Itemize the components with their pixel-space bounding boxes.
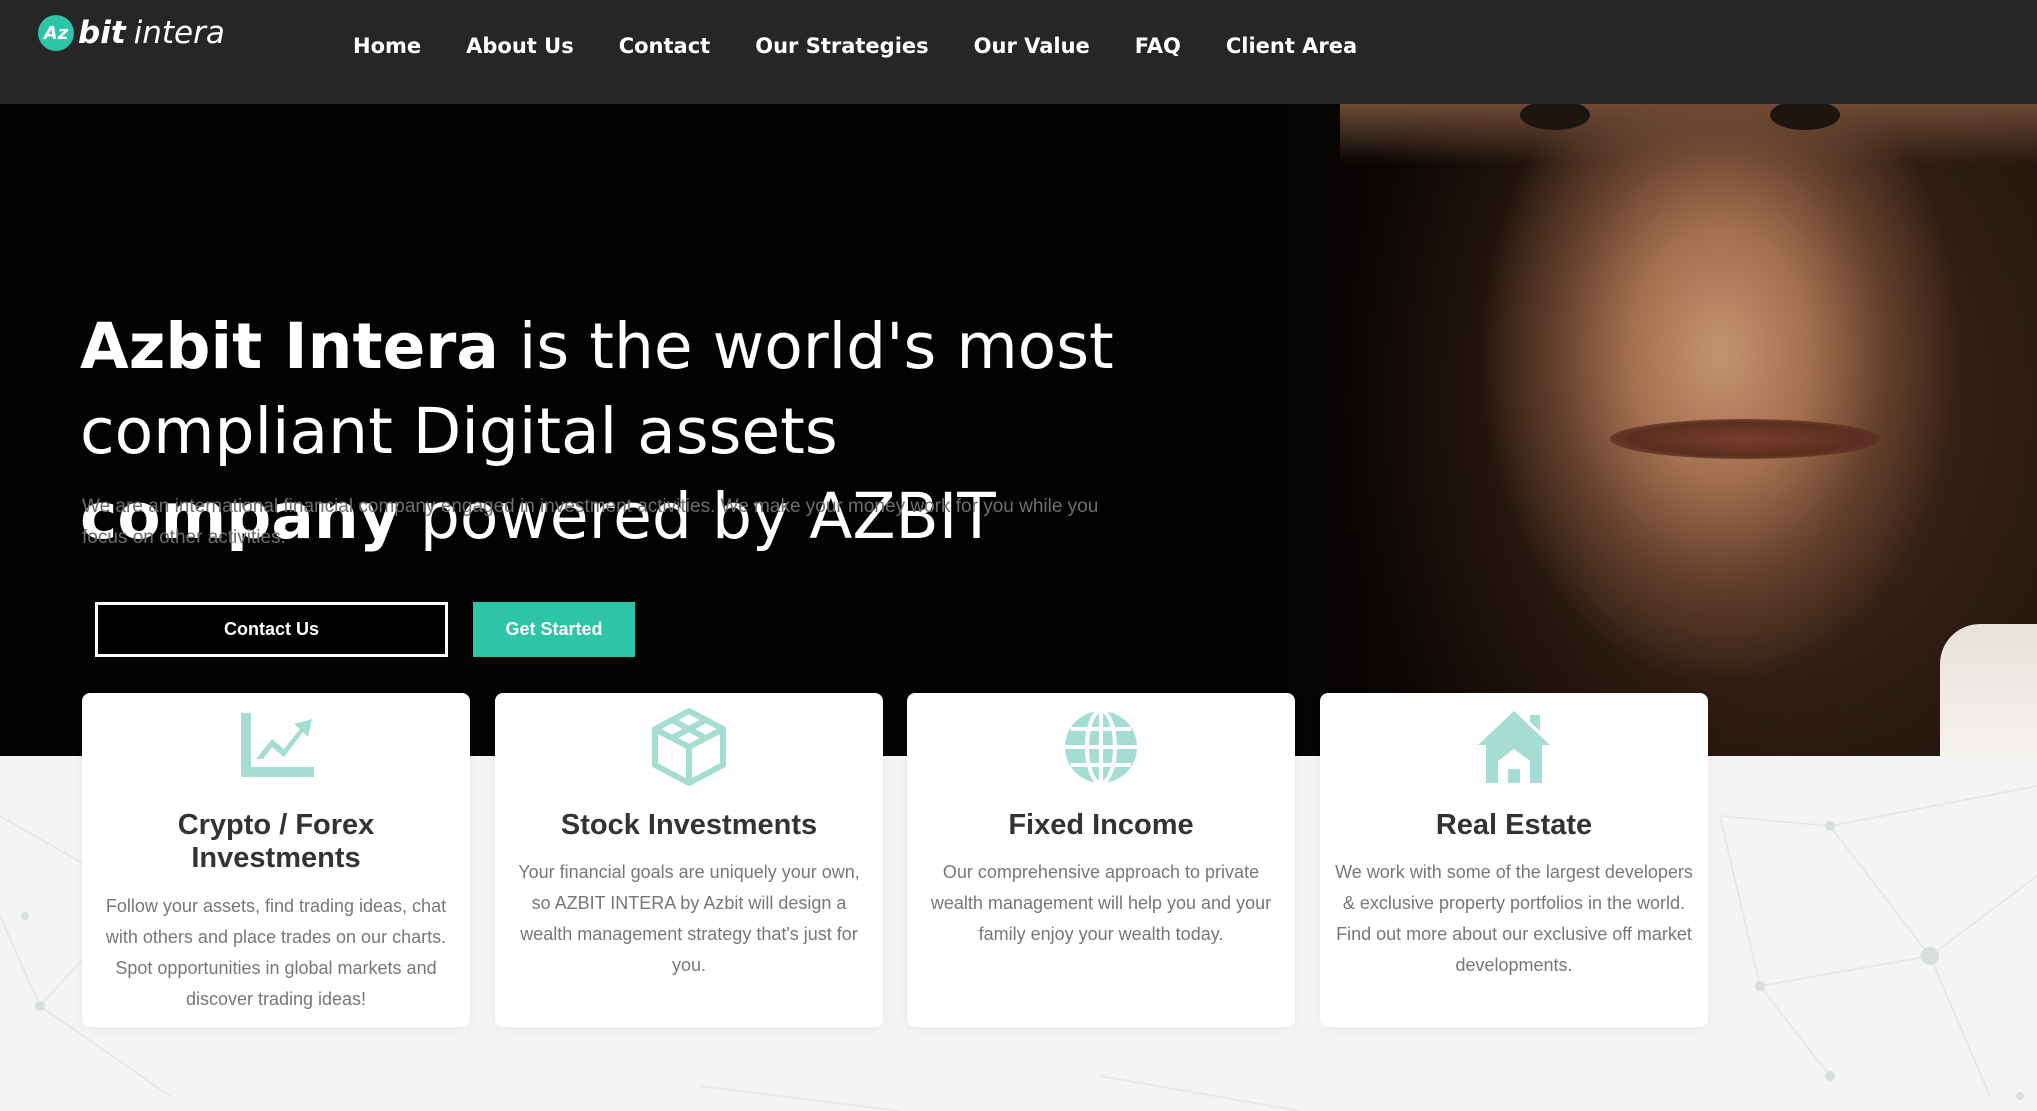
hero-section: Azbit Intera is the world's most complia… [0,104,2037,756]
service-card-real-estate: Real Estate We work with some of the lar… [1320,693,1708,1027]
card-title: Real Estate [1435,809,1593,841]
card-title: Crypto / Forex Investments [177,809,375,874]
get-started-button[interactable]: Get Started [473,602,635,657]
portrait-mouth [1610,419,1880,459]
top-navbar: Az bit intera Home About Us Contact Our … [0,0,2037,104]
logo-name-bold: bit [78,15,126,51]
service-card-fixed-income: Fixed Income Our comprehensive approach … [907,693,1295,1027]
main-nav: Home About Us Contact Our Strategies Our… [353,30,1402,62]
nav-item-our-strategies[interactable]: Our Strategies [755,30,928,62]
portrait-forehead [1340,104,2037,164]
portrait-shirt-collar [1940,624,2037,756]
logo-badge: Az [38,15,74,51]
brand-logo[interactable]: Az bit intera [38,13,225,53]
hero-subtitle: We are an international financial compan… [82,496,1099,548]
card-description: We work with some of the largest develop… [1335,862,1693,975]
card-description: Our comprehensive approach to private we… [930,862,1272,944]
cube-icon [652,708,726,786]
nav-item-faq[interactable]: FAQ [1135,30,1181,62]
hero-title-bold-1: Azbit Intera [80,310,499,383]
nav-item-contact[interactable]: Contact [619,30,711,62]
service-card-stock-investments: Stock Investments Your financial goals a… [495,693,883,1027]
nav-item-our-value[interactable]: Our Value [974,30,1090,62]
chart-growth-icon [241,713,314,777]
contact-us-button[interactable]: Contact Us [95,602,448,657]
card-description: Follow your assets, find trading ideas, … [105,896,447,1009]
nav-item-client-area[interactable]: Client Area [1226,30,1357,62]
service-card-crypto-forex: Crypto / Forex Investments Follow your a… [82,693,470,1027]
nav-item-about-us[interactable]: About Us [466,30,574,62]
logo-name-light: intera [133,15,225,51]
card-title: Fixed Income [1008,809,1194,841]
card-title: Stock Investments [560,809,818,841]
card-description: Your financial goals are uniquely your o… [518,862,860,975]
globe-icon [1065,709,1137,785]
nav-item-home[interactable]: Home [353,30,421,62]
hero-portrait-image [1240,104,2037,756]
house-icon [1478,711,1550,783]
